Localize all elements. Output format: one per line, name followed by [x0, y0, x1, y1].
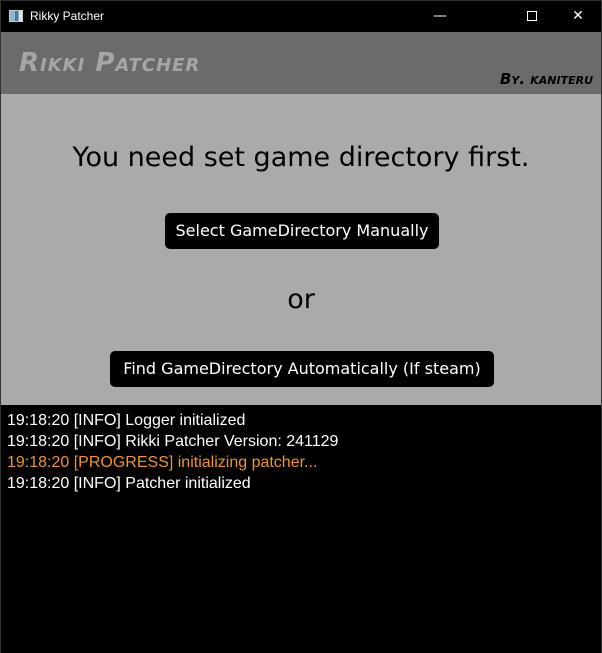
- or-label: or: [287, 284, 315, 315]
- window-title: Rikky Patcher: [30, 9, 105, 23]
- app-header: Rikki Patcher By. kaniteru: [1, 32, 601, 94]
- directory-message: You need set game directory first.: [72, 142, 530, 173]
- maximize-icon: [527, 11, 537, 21]
- app-icon: [9, 10, 23, 22]
- log-console: 19:18:20 [INFO] Logger initialized 19:18…: [1, 405, 601, 653]
- log-line: 19:18:20 [INFO] Logger initialized: [7, 412, 246, 429]
- setup-panel: You need set game directory first. Selec…: [1, 94, 601, 405]
- log-line: 19:18:20 [INFO] Rikki Patcher Version: 2…: [7, 433, 339, 450]
- minimize-icon: —: [433, 8, 447, 24]
- close-icon: ✕: [572, 8, 584, 24]
- title-bar: Rikky Patcher — ✕: [1, 1, 601, 32]
- brand-title: Rikki Patcher: [19, 48, 201, 78]
- select-directory-manually-button[interactable]: Select GameDirectory Manually: [165, 213, 439, 249]
- minimize-button[interactable]: —: [417, 1, 463, 32]
- maximize-button[interactable]: [509, 1, 555, 32]
- close-button[interactable]: ✕: [555, 1, 601, 32]
- find-directory-automatically-button[interactable]: Find GameDirectory Automatically (If ste…: [110, 351, 494, 387]
- log-line: 19:18:20 [INFO] Patcher initialized: [7, 475, 251, 492]
- log-line-progress: 19:18:20 [PROGRESS] initializing patcher…: [7, 454, 318, 471]
- author-label: By. kaniteru: [499, 70, 593, 88]
